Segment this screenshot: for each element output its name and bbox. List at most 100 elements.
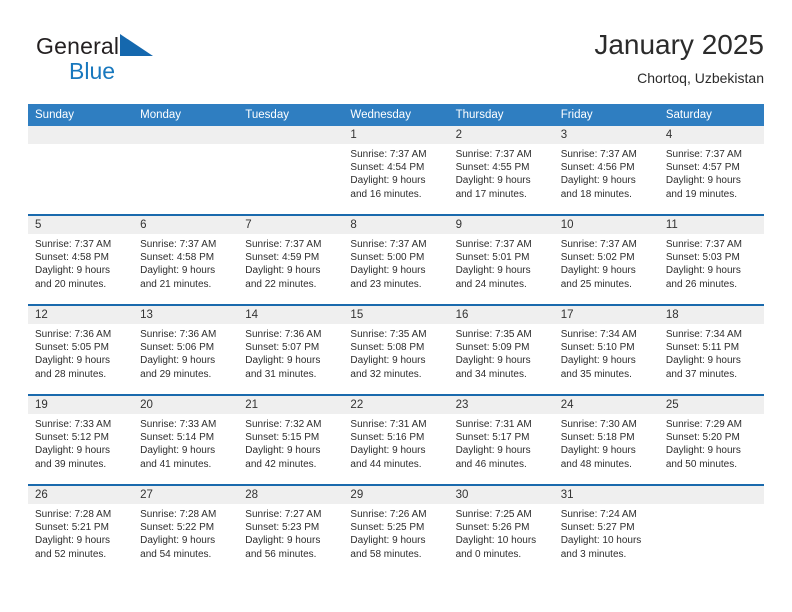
sunset-text: Sunset: 5:08 PM	[350, 342, 425, 354]
location-subtitle: Chortoq, Uzbekistan	[637, 70, 764, 86]
day-cell[interactable]: 10 Sunrise: 7:37 AM Sunset: 5:02 PM Dayligh…	[553, 216, 659, 304]
sunrise-text: Sunrise: 7:35 AM	[350, 329, 427, 340]
day-cell-empty	[238, 126, 344, 214]
daylight-text: Daylight: 9 hours	[245, 535, 321, 547]
day-cell[interactable]: 21 Sunrise: 7:32 AM Sunset: 5:15 PM Dayligh…	[238, 396, 344, 484]
daylight-text: Daylight: 9 hours	[455, 445, 531, 457]
sunrise-text: Sunrise: 7:37 AM	[350, 149, 427, 160]
day-cell[interactable]: 23 Sunrise: 7:31 AM Sunset: 5:17 PM Dayligh…	[448, 396, 554, 484]
day-cell[interactable]: 17 Sunrise: 7:34 AM Sunset: 5:10 PM Dayligh…	[553, 306, 659, 394]
weekday-header-friday: Friday	[560, 109, 593, 121]
sunrise-text: Sunrise: 7:37 AM	[140, 239, 217, 250]
day-cell[interactable]: 26 Sunrise: 7:28 AM Sunset: 5:21 PM Dayligh…	[28, 486, 134, 574]
daylight-text: and 41 minutes.	[140, 458, 212, 470]
day-cell[interactable]: 4 Sunrise: 7:37 AM Sunset: 4:57 PM Daylight…	[658, 126, 764, 214]
daylight-text: Daylight: 9 hours	[350, 175, 426, 187]
weekday-header-wednesday: Wednesday	[350, 109, 411, 121]
sunset-text: Sunset: 5:25 PM	[350, 522, 425, 534]
sunset-text: Sunset: 5:00 PM	[350, 252, 425, 264]
sunset-text: Sunset: 5:09 PM	[455, 342, 530, 354]
sunset-text: Sunset: 5:22 PM	[140, 522, 215, 534]
sunrise-text: Sunrise: 7:25 AM	[455, 509, 532, 520]
sunset-text: Sunset: 5:11 PM	[665, 342, 740, 354]
calendar-page: General Blue January 2025 Chortoq, Uzbek…	[0, 0, 792, 612]
sunset-text: Sunset: 5:27 PM	[560, 522, 635, 534]
day-cell[interactable]: 13 Sunrise: 7:36 AM Sunset: 5:06 PM Dayligh…	[133, 306, 239, 394]
day-cell[interactable]: 6 Sunrise: 7:37 AM Sunset: 4:58 PM Daylight…	[133, 216, 239, 304]
daylight-text: Daylight: 9 hours	[140, 355, 216, 367]
calendar-week-row: 1 Sunrise: 7:37 AM Sunset: 4:54 PM Daylight…	[28, 126, 764, 214]
day-number: 27	[133, 486, 239, 504]
daylight-text: and 18 minutes.	[560, 188, 632, 200]
day-cell-empty	[28, 126, 134, 214]
day-details: Sunrise: 7:34 AM Sunset: 5:11 PM Daylight:…	[659, 324, 764, 381]
day-cell[interactable]: 31 Sunrise: 7:24 AM Sunset: 5:27 PM Dayligh…	[553, 486, 659, 574]
day-cell[interactable]: 3 Sunrise: 7:37 AM Sunset: 4:56 PM Daylight…	[553, 126, 659, 214]
daylight-text: Daylight: 9 hours	[140, 445, 216, 457]
daylight-text: and 28 minutes.	[35, 368, 107, 380]
day-cell[interactable]: 7 Sunrise: 7:37 AM Sunset: 4:59 PM Daylight…	[238, 216, 344, 304]
sunset-text: Sunset: 5:06 PM	[140, 342, 215, 354]
day-details: Sunrise: 7:37 AM Sunset: 4:55 PM Daylight:…	[449, 144, 554, 201]
day-number: 6	[133, 216, 239, 234]
daylight-text: Daylight: 9 hours	[560, 265, 636, 277]
day-number: 15	[343, 306, 449, 324]
sunrise-text: Sunrise: 7:34 AM	[665, 329, 742, 340]
day-cell[interactable]: 8 Sunrise: 7:37 AM Sunset: 5:00 PM Daylight…	[343, 216, 449, 304]
day-cell[interactable]: 30 Sunrise: 7:25 AM Sunset: 5:26 PM Dayligh…	[448, 486, 554, 574]
sunset-text: Sunset: 5:26 PM	[455, 522, 530, 534]
logo-top-row: General	[36, 34, 286, 58]
daylight-text: and 20 minutes.	[35, 278, 107, 290]
day-cell[interactable]: 11 Sunrise: 7:37 AM Sunset: 5:03 PM Dayligh…	[658, 216, 764, 304]
daylight-text: Daylight: 9 hours	[350, 535, 426, 547]
sunrise-text: Sunrise: 7:29 AM	[665, 419, 742, 430]
day-details: Sunrise: 7:36 AM Sunset: 5:05 PM Daylight:…	[28, 324, 133, 381]
day-cell[interactable]: 2 Sunrise: 7:37 AM Sunset: 4:55 PM Daylight…	[448, 126, 554, 214]
day-cell[interactable]: 9 Sunrise: 7:37 AM Sunset: 5:01 PM Daylight…	[448, 216, 554, 304]
calendar-grid: Sunday Monday Tuesday Wednesday Thursday Frid…	[28, 104, 764, 574]
day-number: 29	[343, 486, 449, 504]
daylight-text: and 50 minutes.	[665, 458, 738, 470]
day-cell[interactable]: 15 Sunrise: 7:35 AM Sunset: 5:08 PM Dayligh…	[343, 306, 449, 394]
daylight-text: and 22 minutes.	[245, 278, 317, 290]
day-cell[interactable]: 19 Sunrise: 7:33 AM Sunset: 5:12 PM Dayligh…	[28, 396, 134, 484]
daylight-text: and 24 minutes.	[455, 278, 527, 290]
day-cell[interactable]: 18 Sunrise: 7:34 AM Sunset: 5:11 PM Dayligh…	[658, 306, 764, 394]
daylight-text: and 42 minutes.	[245, 458, 317, 470]
daylight-text: Daylight: 9 hours	[35, 445, 111, 457]
calendar-weeks: 1 Sunrise: 7:37 AM Sunset: 4:54 PM Daylight…	[28, 126, 764, 574]
daylight-text: Daylight: 9 hours	[560, 175, 636, 187]
sunrise-text: Sunrise: 7:37 AM	[455, 149, 532, 160]
day-cell[interactable]: 22 Sunrise: 7:31 AM Sunset: 5:16 PM Dayligh…	[343, 396, 449, 484]
day-cell[interactable]: 24 Sunrise: 7:30 AM Sunset: 5:18 PM Dayligh…	[553, 396, 659, 484]
daylight-text: and 32 minutes.	[350, 368, 422, 380]
daylight-text: Daylight: 9 hours	[245, 445, 321, 457]
daylight-text: and 21 minutes.	[140, 278, 212, 290]
day-number: 8	[343, 216, 449, 234]
day-cell[interactable]: 28 Sunrise: 7:27 AM Sunset: 5:23 PM Dayligh…	[238, 486, 344, 574]
day-details: Sunrise: 7:28 AM Sunset: 5:22 PM Daylight:…	[133, 504, 238, 561]
sunrise-text: Sunrise: 7:34 AM	[560, 329, 637, 340]
daylight-text: and 37 minutes.	[665, 368, 738, 380]
sunrise-text: Sunrise: 7:37 AM	[560, 149, 637, 160]
day-cell[interactable]: 27 Sunrise: 7:28 AM Sunset: 5:22 PM Dayligh…	[133, 486, 239, 574]
day-cell[interactable]: 29 Sunrise: 7:26 AM Sunset: 5:25 PM Dayligh…	[343, 486, 449, 574]
logo-word-general: General	[36, 33, 120, 59]
day-cell[interactable]: 14 Sunrise: 7:36 AM Sunset: 5:07 PM Dayligh…	[238, 306, 344, 394]
day-cell[interactable]: 16 Sunrise: 7:35 AM Sunset: 5:09 PM Dayligh…	[448, 306, 554, 394]
day-number: 17	[553, 306, 659, 324]
day-cell[interactable]: 20 Sunrise: 7:33 AM Sunset: 5:14 PM Dayligh…	[133, 396, 239, 484]
day-cell[interactable]: 1 Sunrise: 7:37 AM Sunset: 4:54 PM Daylight…	[343, 126, 449, 214]
daylight-text: and 52 minutes.	[35, 548, 107, 560]
sunset-text: Sunset: 5:07 PM	[245, 342, 320, 354]
daylight-text: and 31 minutes.	[245, 368, 317, 380]
sunset-text: Sunset: 5:12 PM	[35, 432, 109, 444]
sunrise-text: Sunrise: 7:24 AM	[560, 509, 637, 520]
day-number	[658, 486, 764, 504]
day-cell[interactable]: 25 Sunrise: 7:29 AM Sunset: 5:20 PM Dayligh…	[658, 396, 764, 484]
day-cell[interactable]: 5 Sunrise: 7:37 AM Sunset: 4:58 PM Daylight…	[28, 216, 134, 304]
day-number: 30	[448, 486, 554, 504]
day-details: Sunrise: 7:35 AM Sunset: 5:08 PM Daylight:…	[343, 324, 448, 381]
sunrise-text: Sunrise: 7:37 AM	[245, 239, 322, 250]
day-cell[interactable]: 12 Sunrise: 7:36 AM Sunset: 5:05 PM Dayligh…	[28, 306, 134, 394]
